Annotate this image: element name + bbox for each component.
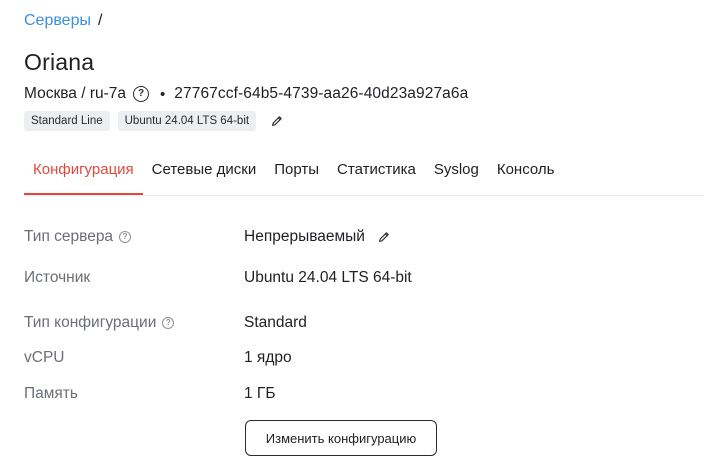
server-location: Москва / ru-7a — [24, 85, 127, 102]
property-source: Источник Ubuntu 24.04 LTS 64-bit — [24, 266, 684, 290]
tag-line: Standard Line — [24, 111, 110, 131]
property-value: Непрерываемый — [244, 228, 391, 246]
breadcrumb: Серверы / — [24, 11, 102, 31]
server-type-value: Непрерываемый — [244, 228, 365, 245]
tab-syslog[interactable]: Syslog — [425, 150, 488, 195]
property-server-type: Тип сервера ? Непрерываемый — [24, 225, 684, 249]
breadcrumb-servers-link[interactable]: Серверы — [24, 11, 91, 31]
tab-configuration[interactable]: Конфигурация — [24, 150, 143, 195]
memory-value: 1 ГБ — [244, 385, 276, 402]
server-id: 27767ccf-64b5-4739-aa26-40d23a927a6a — [174, 85, 469, 102]
property-label: Тип сервера ? — [24, 228, 244, 246]
change-configuration-button[interactable]: Изменить конфигурацию — [245, 420, 437, 456]
source-label: Источник — [24, 269, 91, 286]
property-label: Источник — [24, 269, 244, 287]
property-config-type: Тип конфигурации ? Standard — [24, 311, 684, 335]
property-value: Ubuntu 24.04 LTS 64-bit — [244, 269, 412, 287]
breadcrumb-separator: / — [97, 12, 103, 29]
edit-tags-pencil-icon[interactable] — [270, 114, 284, 128]
tab-ports[interactable]: Порты — [265, 150, 328, 195]
property-label: Память — [24, 385, 244, 403]
server-type-label: Тип сервера — [24, 228, 114, 245]
property-label: vCPU — [24, 349, 244, 367]
property-value: 1 ГБ — [244, 385, 276, 403]
tab-network-disks[interactable]: Сетевые диски — [143, 150, 266, 195]
vcpu-value: 1 ядро — [244, 349, 292, 366]
property-vcpu: vCPU 1 ядро — [24, 346, 684, 370]
server-tags: Standard Line Ubuntu 24.04 LTS 64-bit — [24, 111, 284, 131]
config-type-label: Тип конфигурации — [24, 314, 157, 331]
help-icon[interactable]: ? — [162, 317, 175, 329]
vcpu-label: vCPU — [24, 349, 65, 366]
property-value: 1 ядро — [244, 349, 292, 367]
memory-label: Память — [24, 385, 78, 402]
property-value: Standard — [244, 314, 307, 332]
tab-console[interactable]: Консоль — [488, 150, 564, 195]
source-value: Ubuntu 24.04 LTS 64-bit — [244, 269, 412, 286]
property-memory: Память 1 ГБ — [24, 382, 684, 406]
tabs: Конфигурация Сетевые диски Порты Статист… — [24, 150, 704, 196]
config-type-value: Standard — [244, 314, 307, 331]
help-icon[interactable]: ? — [133, 86, 150, 102]
server-meta: Москва / ru-7a ? • 27767ccf-64b5-4739-aa… — [24, 84, 468, 104]
tab-statistics[interactable]: Статистика — [328, 150, 425, 195]
edit-server-type-pencil-icon[interactable] — [377, 230, 391, 244]
help-icon[interactable]: ? — [119, 231, 132, 243]
page-title: Oriana — [24, 49, 95, 75]
tag-os: Ubuntu 24.04 LTS 64-bit — [117, 111, 257, 131]
meta-bullet: • — [160, 85, 166, 103]
property-label: Тип конфигурации ? — [24, 314, 244, 332]
